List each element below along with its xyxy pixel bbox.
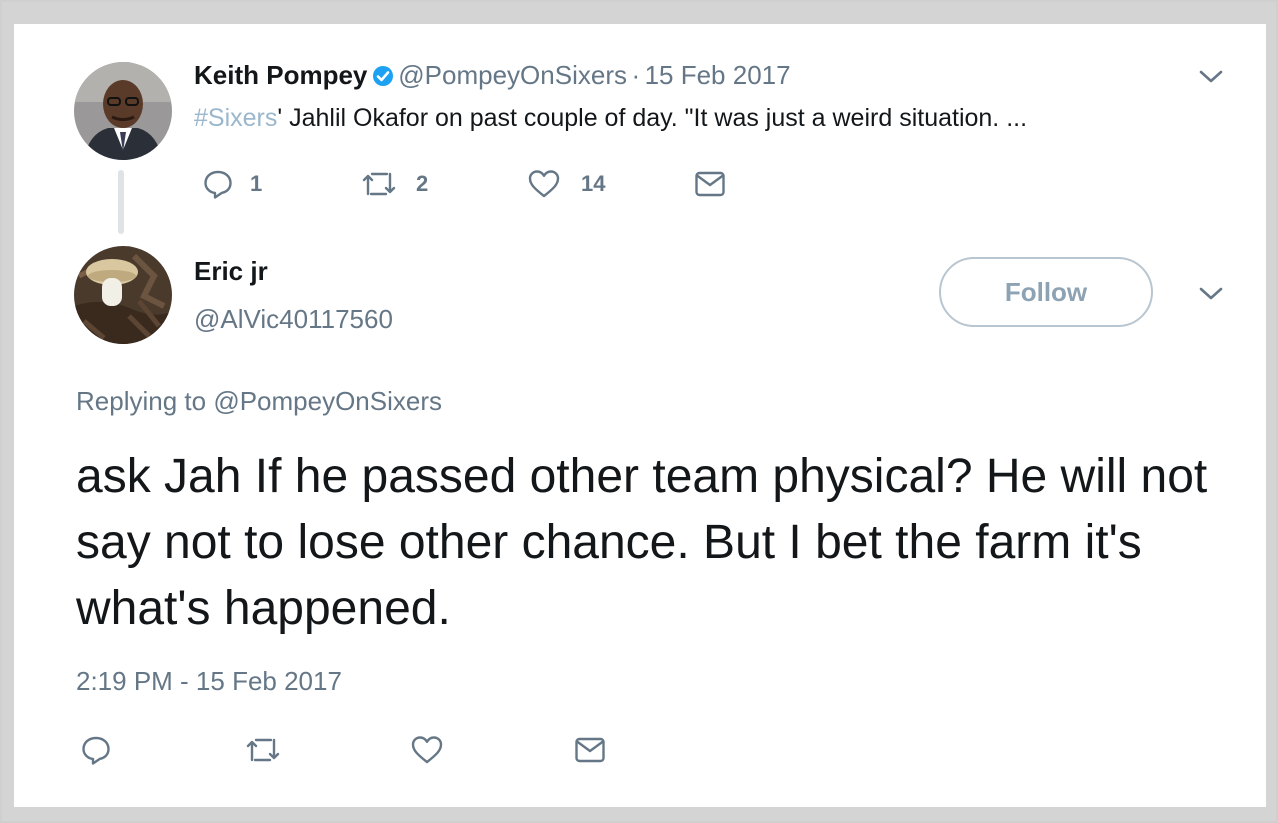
replying-to-handle-link[interactable]: @PompeyOnSixers — [213, 386, 442, 416]
reply-icon — [202, 168, 234, 200]
screenshot-frame: Keith Pompey @PompeyOnSixers · 15 Feb 20… — [0, 0, 1278, 823]
reply-like-action[interactable] — [410, 734, 444, 766]
reply-reply-action[interactable] — [80, 734, 112, 766]
reply-dm-action[interactable] — [574, 736, 606, 764]
avatar-eric-jr[interactable] — [74, 246, 172, 344]
hashtag-link[interactable]: #Sixers — [194, 104, 277, 132]
verified-badge-icon — [372, 65, 394, 87]
thread-connector-line — [118, 170, 124, 234]
like-icon — [527, 168, 561, 200]
like-icon — [410, 734, 444, 766]
parent-like-action[interactable]: 14 — [527, 168, 605, 200]
replying-to-line: Replying to @PompeyOnSixers — [76, 386, 442, 417]
replying-to-label: Replying to — [76, 386, 207, 416]
parent-tweet-text-rest: ' Jahlil Okafor on past couple of day. "… — [277, 104, 1028, 132]
reply-timestamp[interactable]: 2:19 PM - 15 Feb 2017 — [76, 666, 342, 697]
reply-count: 1 — [250, 171, 263, 196]
parent-retweet-action[interactable]: 2 — [360, 168, 428, 200]
reply-menu-chevron-down-icon[interactable] — [1198, 286, 1224, 307]
follow-button[interactable]: Follow — [939, 257, 1153, 327]
parent-tweet-date[interactable]: 15 Feb 2017 — [645, 60, 791, 90]
reply-retweet-action[interactable] — [244, 734, 282, 766]
parent-tweet-text[interactable]: #Sixers' Jahlil Okafor on past couple of… — [194, 104, 1027, 133]
parent-reply-action[interactable]: 1 — [202, 168, 262, 200]
parent-menu-chevron-down-icon[interactable] — [1198, 69, 1224, 90]
retweet-count: 2 — [416, 171, 429, 196]
parent-tweet-header: Keith Pompey @PompeyOnSixers · 15 Feb 20… — [194, 60, 791, 91]
reply-author-name[interactable]: Eric jr — [194, 256, 268, 287]
reply-tweet-text: ask Jah If he passed other team physical… — [76, 450, 1208, 635]
parent-author-name[interactable]: Keith Pompey — [194, 60, 367, 90]
dm-icon — [694, 170, 726, 198]
retweet-icon — [360, 168, 398, 200]
parent-dm-action[interactable] — [694, 170, 726, 198]
retweet-icon — [244, 734, 282, 766]
reply-icon — [80, 734, 112, 766]
like-count: 14 — [581, 171, 606, 196]
header-separator: · — [631, 60, 641, 90]
parent-author-handle[interactable]: @PompeyOnSixers — [398, 60, 627, 90]
reply-author-handle[interactable]: @AlVic40117560 — [194, 304, 393, 335]
tweet-card: Keith Pompey @PompeyOnSixers · 15 Feb 20… — [14, 24, 1266, 807]
dm-icon — [574, 736, 606, 764]
avatar-keith-pompey[interactable] — [74, 62, 172, 160]
